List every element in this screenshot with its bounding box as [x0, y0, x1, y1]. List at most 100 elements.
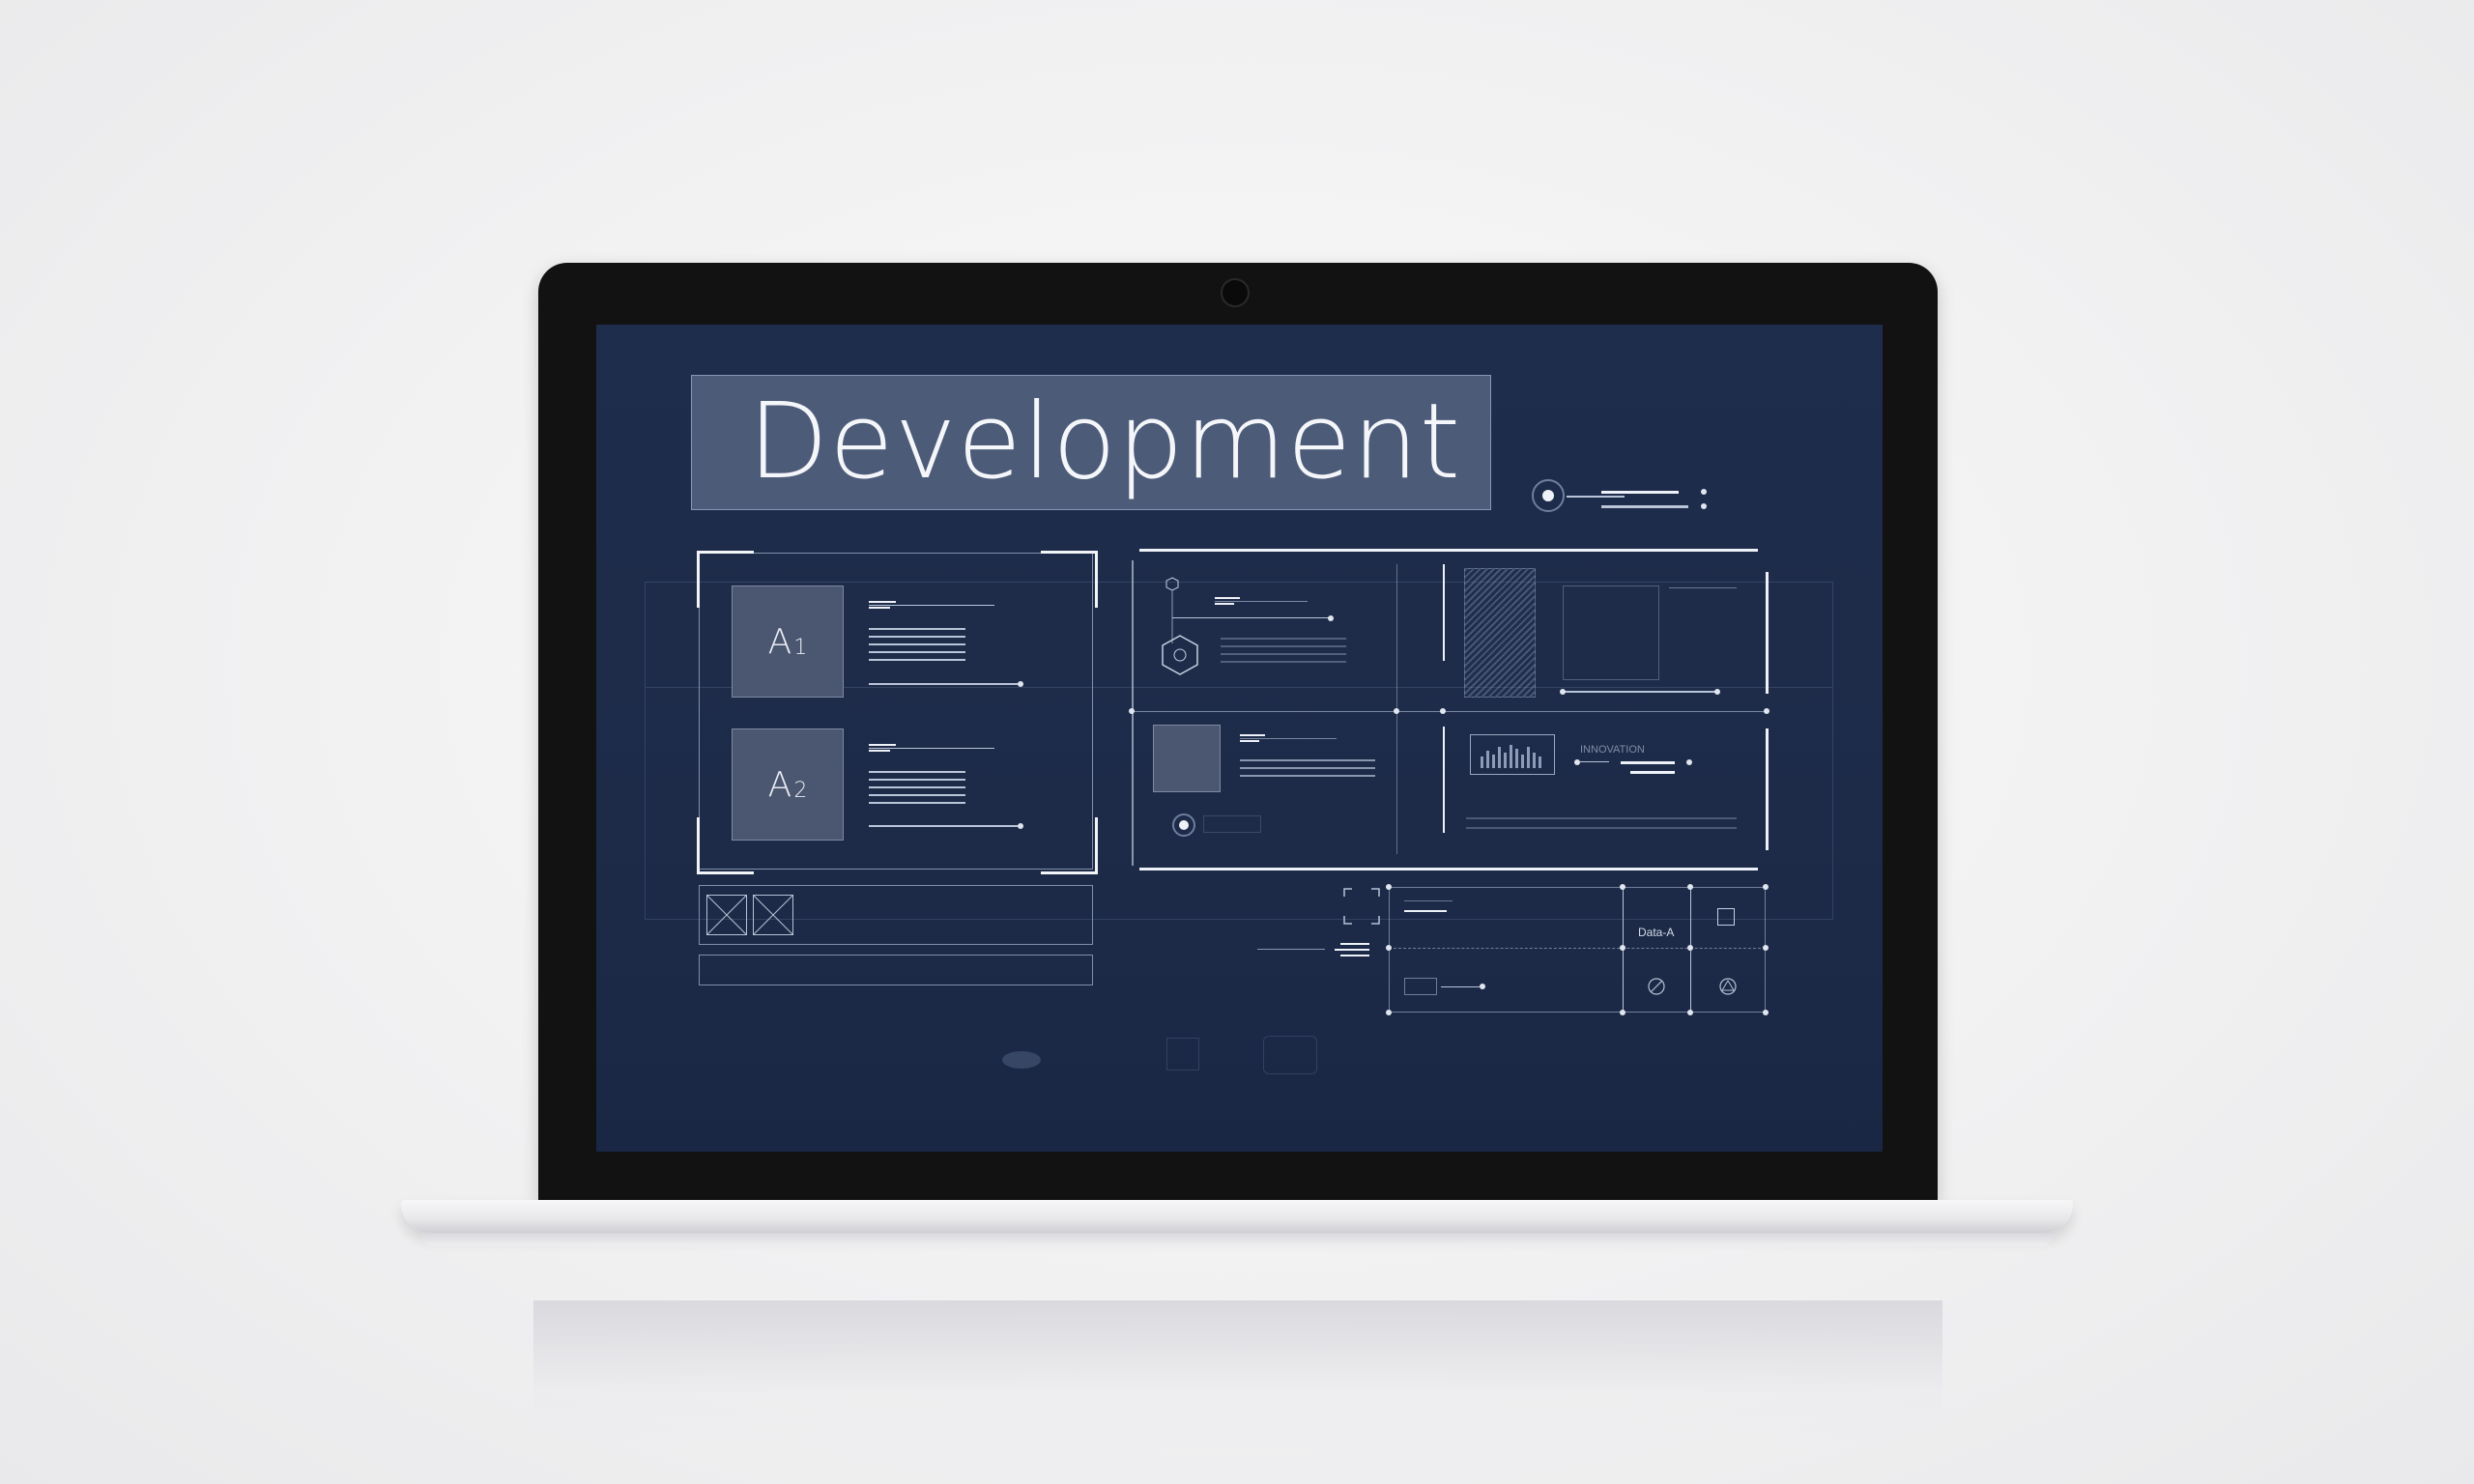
image-placeholder-icon	[753, 895, 793, 935]
ghost-square	[1263, 1036, 1317, 1074]
node-dot	[1687, 945, 1693, 951]
page-title: Development	[748, 382, 1462, 502]
node-dot	[1701, 489, 1707, 495]
node-dot	[1394, 708, 1399, 714]
text-line	[1215, 597, 1240, 599]
text-line	[869, 601, 896, 603]
text-line	[869, 605, 994, 606]
card-a2-index: 2	[793, 778, 808, 803]
text-line	[1257, 949, 1325, 950]
panel-divider	[1443, 727, 1445, 833]
input-bar[interactable]	[699, 955, 1093, 985]
text-line	[1466, 817, 1737, 819]
text-line	[1221, 661, 1346, 663]
text-line	[869, 750, 890, 752]
node-dot	[1620, 884, 1625, 890]
data-grid	[1389, 887, 1766, 1013]
text-line	[1404, 900, 1453, 901]
image-placeholder	[1563, 585, 1659, 680]
node-dot	[1386, 1010, 1392, 1015]
text-line	[1221, 638, 1346, 640]
text-line	[1621, 761, 1675, 764]
node-dot	[1620, 945, 1625, 951]
checkbox[interactable]	[1717, 908, 1735, 926]
node-dot	[1764, 708, 1769, 714]
text-line	[869, 659, 965, 661]
card-a1[interactable]: A1	[732, 585, 844, 698]
ghost-square	[1166, 1038, 1199, 1070]
text-line	[869, 636, 965, 638]
connector-line	[1567, 496, 1625, 498]
node-dot	[1129, 708, 1135, 714]
node-dot	[1701, 503, 1707, 509]
title-banner: Development	[691, 375, 1491, 510]
ghost-field	[1203, 815, 1261, 833]
laptop-chin	[538, 1152, 1938, 1200]
panel-bottom-edge	[1139, 868, 1758, 870]
text-line	[1340, 955, 1369, 956]
text-line	[1340, 943, 1369, 945]
text-line	[1221, 645, 1346, 647]
data-a-label: Data-A	[1638, 926, 1675, 939]
text-line	[1580, 761, 1609, 762]
node-dot	[1763, 945, 1769, 951]
triangle-circle-icon	[1719, 978, 1737, 995]
node-dot	[1018, 681, 1023, 687]
text-line	[1669, 587, 1737, 588]
node-dot	[1440, 708, 1446, 714]
node-dot	[1763, 1010, 1769, 1015]
hatched-image-placeholder	[1464, 568, 1536, 698]
text-line	[1563, 691, 1715, 693]
no-entry-icon	[1648, 978, 1665, 995]
text-line	[1215, 603, 1234, 605]
webcam-icon	[1221, 278, 1250, 307]
node-dot	[1763, 884, 1769, 890]
text-line	[1240, 738, 1337, 739]
node-dot	[1560, 689, 1566, 695]
bar-chart-icon	[1470, 734, 1555, 775]
node-dot	[1714, 689, 1720, 695]
node-dot	[1574, 759, 1580, 765]
target-dot	[1542, 490, 1554, 501]
thumbnail-placeholder	[1153, 725, 1221, 792]
node-dot	[1480, 984, 1485, 989]
card-a1-index: 1	[793, 635, 808, 660]
text-line	[1240, 740, 1259, 742]
corner-bracket	[1041, 817, 1098, 874]
card-a2[interactable]: A2	[732, 728, 844, 841]
text-line	[869, 771, 965, 773]
image-placeholder-icon	[706, 895, 747, 935]
panel-right-edge	[1766, 728, 1769, 850]
text-line	[1240, 734, 1265, 736]
text-line	[869, 748, 994, 749]
text-line	[869, 825, 1018, 827]
node-dot	[1687, 1010, 1693, 1015]
laptop-screen: Development A1 A2 INNOVATION Data-A	[596, 325, 1883, 1152]
node-dot	[1620, 1010, 1625, 1015]
text-line	[869, 744, 896, 746]
data-grid-divider	[1389, 948, 1766, 949]
text-line	[869, 802, 965, 804]
text-line	[1630, 771, 1675, 774]
card-a1-letter: A	[767, 621, 792, 662]
reflection	[533, 1300, 1942, 1455]
node-dot	[1386, 884, 1392, 890]
text-line	[1441, 986, 1480, 987]
text-line	[869, 607, 890, 609]
panel-right-edge	[1766, 572, 1769, 694]
text-line	[1466, 827, 1737, 829]
text-line	[869, 794, 965, 796]
card-a2-letter: A	[767, 764, 792, 805]
connector-line	[1601, 491, 1679, 494]
text-line	[1240, 759, 1375, 761]
text-line	[869, 628, 965, 630]
focus-frame-icon	[1343, 888, 1380, 925]
node-dot	[1328, 615, 1334, 621]
innovation-label: INNOVATION	[1580, 744, 1645, 756]
text-line	[1404, 910, 1447, 912]
panel-divider	[1132, 711, 1769, 712]
toggle-chip[interactable]	[1404, 978, 1437, 995]
text-line	[1172, 617, 1329, 618]
text-line	[1240, 775, 1375, 777]
text-line	[1335, 949, 1369, 951]
